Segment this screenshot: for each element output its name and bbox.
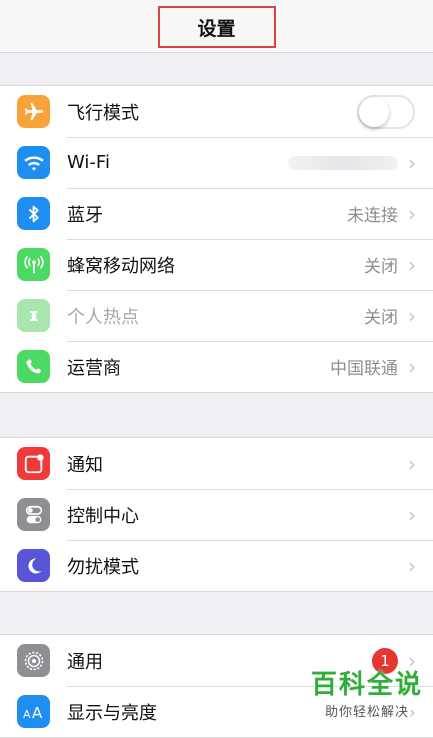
phone-icon	[17, 350, 50, 383]
settings-group-system: 通知 › 控制中心 › 勿扰模式 ›	[0, 437, 433, 592]
personal-hotspot-status: 关闭	[364, 308, 398, 328]
chevron-right-icon: ›	[408, 150, 416, 175]
row-carrier[interactable]: 运营商 中国联通 ›	[0, 341, 433, 392]
antenna-icon	[17, 248, 50, 281]
section-gap	[0, 592, 433, 634]
cellular-label: 蜂窝移动网络	[67, 255, 175, 277]
row-bluetooth[interactable]: 蓝牙 未连接 ›	[0, 188, 433, 239]
cellular-status: 关闭	[364, 257, 398, 277]
hotspot-icon	[17, 299, 50, 332]
row-wifi[interactable]: Wi-Fi ›	[0, 137, 433, 188]
carrier-label: 运营商	[67, 357, 121, 379]
gear-icon	[17, 644, 50, 677]
moon-icon	[17, 549, 50, 582]
bluetooth-icon	[17, 197, 50, 230]
notification-icon	[17, 447, 50, 480]
personal-hotspot-label: 个人热点	[67, 306, 139, 328]
airplane-mode-label: 飞行模式	[67, 102, 139, 124]
do-not-disturb-label: 勿扰模式	[67, 556, 139, 578]
notifications-label: 通知	[67, 454, 103, 476]
chevron-right-icon: ›	[408, 252, 416, 277]
airplane-mode-toggle[interactable]	[357, 94, 415, 129]
row-personal-hotspot[interactable]: 个人热点 关闭 ›	[0, 290, 433, 341]
bluetooth-label: 蓝牙	[67, 204, 103, 226]
toggle-knob	[359, 96, 389, 127]
section-gap	[0, 53, 433, 85]
watermark-logo: 百科全说 助你轻松解决	[311, 664, 423, 720]
wifi-network-value-blurred	[288, 155, 398, 170]
chevron-right-icon: ›	[408, 354, 416, 379]
section-gap	[0, 393, 433, 437]
row-cellular[interactable]: 蜂窝移动网络 关闭 ›	[0, 239, 433, 290]
row-do-not-disturb[interactable]: 勿扰模式 ›	[0, 540, 433, 591]
text-size-icon: AA	[17, 695, 50, 728]
row-control-center[interactable]: 控制中心 ›	[0, 489, 433, 540]
row-notifications[interactable]: 通知 ›	[0, 438, 433, 489]
chevron-right-icon: ›	[408, 303, 416, 328]
chevron-right-icon: ›	[408, 553, 416, 578]
chevron-right-icon: ›	[408, 502, 416, 527]
watermark-subtitle: 助你轻松解决	[322, 701, 411, 720]
navigation-bar: 设置	[0, 0, 433, 53]
wifi-icon	[17, 146, 50, 179]
switches-icon	[17, 498, 50, 531]
settings-group-connectivity: 飞行模式 Wi-Fi › 蓝牙 未连接 › 蜂窝移动网络 关闭 › 个人热点 关…	[0, 85, 433, 393]
svg-text:A: A	[32, 704, 43, 722]
svg-text:A: A	[23, 708, 31, 721]
wifi-label: Wi-Fi	[67, 152, 110, 173]
watermark-title: 百科全说	[310, 670, 423, 700]
chevron-right-icon: ›	[408, 201, 416, 226]
page-title: 设置	[157, 6, 276, 48]
control-center-label: 控制中心	[67, 505, 139, 527]
chevron-right-icon: ›	[408, 451, 416, 476]
airplane-icon	[17, 95, 50, 128]
bluetooth-status: 未连接	[347, 206, 398, 226]
carrier-value: 中国联通	[330, 359, 398, 379]
row-airplane-mode[interactable]: 飞行模式	[0, 86, 433, 137]
